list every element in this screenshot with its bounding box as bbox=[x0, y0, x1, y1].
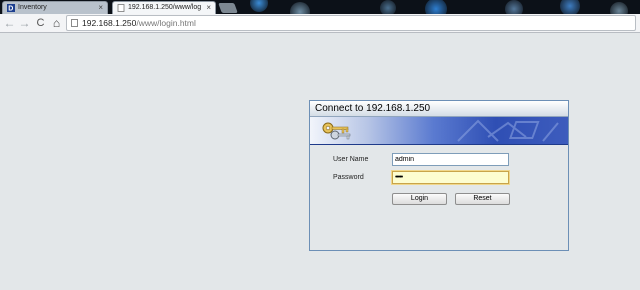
background-bokeh bbox=[425, 0, 447, 14]
new-tab-button[interactable] bbox=[218, 3, 238, 13]
background-bokeh bbox=[560, 0, 580, 14]
address-url: 192.168.1.250/www/login.html bbox=[82, 16, 196, 30]
keys-icon bbox=[322, 122, 351, 140]
tab-strip: D Inventory × 192.168.1.250/www/login × bbox=[0, 0, 640, 14]
password-row: Password bbox=[310, 170, 568, 185]
reload-icon[interactable]: C bbox=[34, 16, 47, 30]
username-label: User Name bbox=[333, 156, 369, 163]
reset-button[interactable]: Reset bbox=[455, 193, 510, 205]
page-icon bbox=[117, 4, 125, 12]
tab-label: 192.168.1.250/www/login bbox=[128, 4, 201, 11]
password-label: Password bbox=[333, 174, 364, 181]
address-bar[interactable]: 192.168.1.250/www/login.html bbox=[66, 15, 636, 31]
background-bokeh bbox=[380, 0, 396, 14]
dialog-title: Connect to 192.168.1.250 bbox=[310, 101, 568, 117]
tab-close-icon[interactable]: × bbox=[98, 2, 103, 14]
login-button[interactable]: Login bbox=[392, 193, 447, 205]
background-bokeh bbox=[610, 2, 628, 14]
tab-close-icon[interactable]: × bbox=[206, 2, 211, 14]
url-path: /www/login.html bbox=[136, 18, 196, 28]
background-bokeh bbox=[250, 0, 268, 12]
background-bokeh bbox=[505, 0, 523, 14]
browser-toolbar: ← → C ⌂ 192.168.1.250/www/login.html bbox=[0, 14, 640, 33]
dialog-banner bbox=[310, 117, 568, 145]
url-host: 192.168.1.250 bbox=[82, 18, 137, 28]
tab-inventory[interactable]: D Inventory × bbox=[2, 1, 108, 14]
back-arrow-icon[interactable]: ← bbox=[3, 16, 16, 30]
page-icon bbox=[71, 19, 78, 27]
login-dialog: Connect to 192.168.1.250 User Name Passw… bbox=[309, 100, 569, 251]
username-field[interactable] bbox=[392, 153, 509, 166]
svg-text:D: D bbox=[8, 6, 13, 12]
banner-graphic bbox=[457, 119, 559, 142]
forward-arrow-icon[interactable]: → bbox=[18, 16, 31, 30]
home-icon[interactable]: ⌂ bbox=[50, 16, 63, 30]
tab-login[interactable]: 192.168.1.250/www/login × bbox=[112, 1, 216, 14]
password-field[interactable] bbox=[391, 170, 510, 185]
username-row: User Name bbox=[310, 153, 568, 167]
background-bokeh bbox=[290, 2, 310, 14]
tab-label: Inventory bbox=[18, 4, 47, 11]
d-logo-icon: D bbox=[7, 4, 15, 12]
